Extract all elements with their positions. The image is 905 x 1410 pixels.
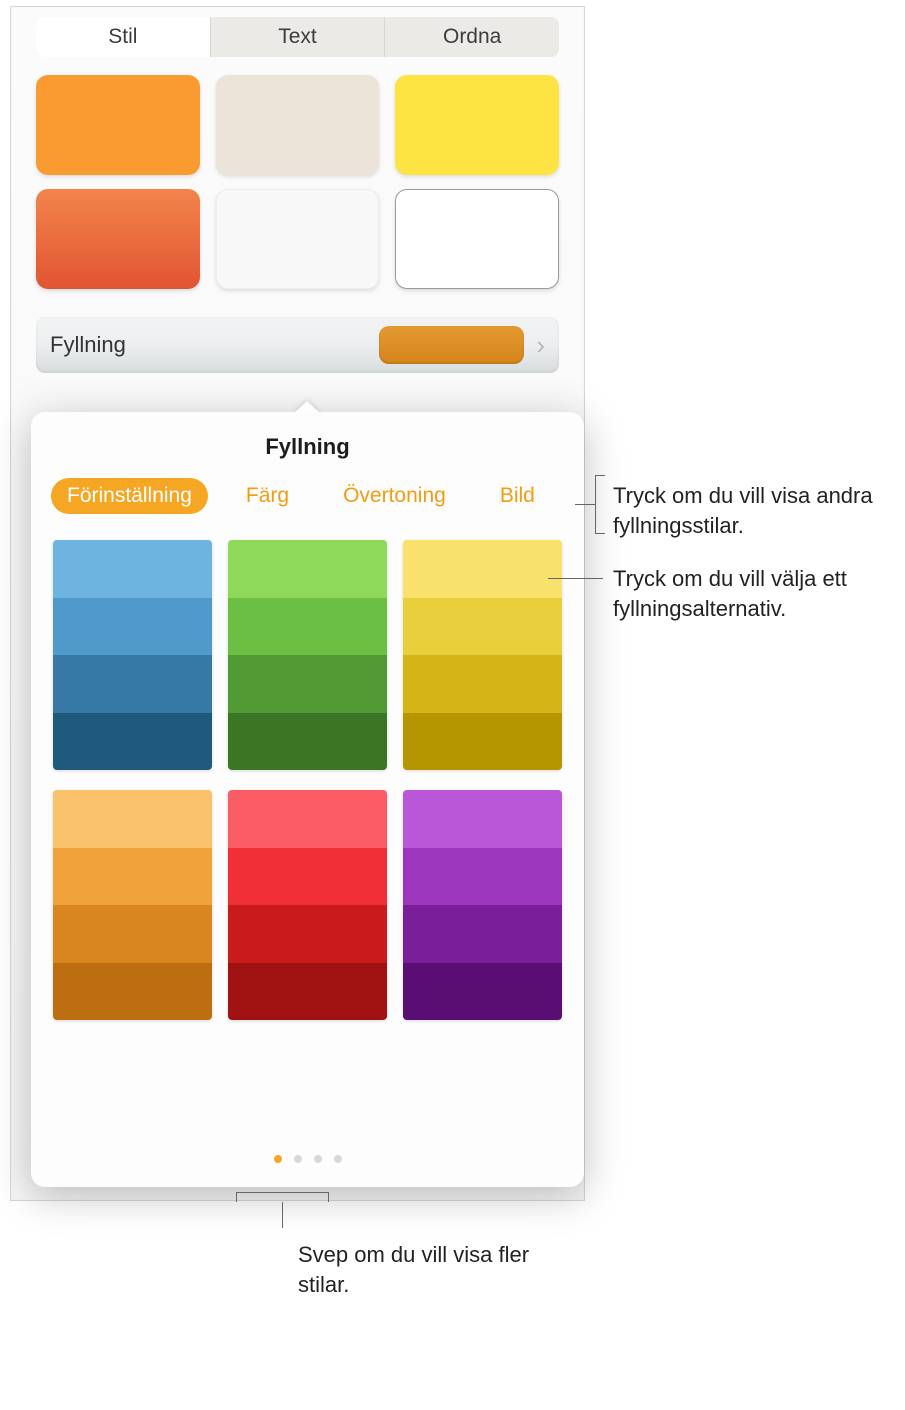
callout-fill-option: Tryck om du vill välja ett fyllningsalte… <box>613 564 873 623</box>
preset-band <box>403 790 562 848</box>
popover-arrow <box>293 401 321 414</box>
callout-fill-tabs: Tryck om du vill visa andra fyllningssti… <box>613 481 893 540</box>
callout-text: Svep om du vill visa fler stilar. <box>298 1242 529 1297</box>
style-presets <box>36 75 559 289</box>
tab-text[interactable]: Text <box>211 17 386 57</box>
preset-band <box>228 598 387 656</box>
preset-band <box>228 540 387 598</box>
chevron-right-icon: › <box>536 330 545 361</box>
fill-row[interactable]: Fyllning › <box>36 317 559 373</box>
fill-tab-gradient[interactable]: Övertoning <box>327 478 462 514</box>
fill-preset[interactable] <box>403 790 562 1020</box>
preset-band <box>228 713 387 771</box>
popover-title: Fyllning <box>31 412 584 478</box>
tab-style[interactable]: Stil <box>36 17 211 57</box>
preset-band <box>403 540 562 598</box>
preset-band <box>53 848 212 906</box>
fill-label: Fyllning <box>50 332 379 358</box>
fill-popover: Fyllning Förinställning Färg Övertoning … <box>31 412 584 1187</box>
fill-tab-image[interactable]: Bild <box>484 478 551 514</box>
preset-band <box>53 790 212 848</box>
preset-band <box>403 713 562 771</box>
current-fill-swatch[interactable] <box>379 326 524 364</box>
preset-band <box>228 790 387 848</box>
style-preset[interactable] <box>395 189 559 289</box>
preset-band <box>53 963 212 1021</box>
callout-swipe: Svep om du vill visa fler stilar. <box>298 1240 578 1299</box>
callout-text: Tryck om du vill välja ett fyllningsalte… <box>613 566 847 621</box>
callout-text: Tryck om du vill visa andra fyllningssti… <box>613 483 873 538</box>
preset-band <box>53 713 212 771</box>
preset-band <box>228 848 387 906</box>
page-dot[interactable] <box>274 1155 282 1163</box>
fill-preset[interactable] <box>228 540 387 770</box>
style-preset[interactable] <box>395 75 559 175</box>
page-dot[interactable] <box>294 1155 302 1163</box>
fill-preset[interactable] <box>53 790 212 1020</box>
preset-grid <box>53 540 562 1020</box>
preset-band <box>403 655 562 713</box>
style-preset[interactable] <box>36 189 200 289</box>
preset-band <box>228 655 387 713</box>
preset-band <box>53 598 212 656</box>
fill-preset[interactable] <box>403 540 562 770</box>
page-dot[interactable] <box>334 1155 342 1163</box>
preset-band <box>403 848 562 906</box>
preset-band <box>403 963 562 1021</box>
fill-preset[interactable] <box>228 790 387 1020</box>
page-dot[interactable] <box>314 1155 322 1163</box>
format-panel: Stil Text Ordna Fyllning › Fyllning Föri… <box>10 6 585 1201</box>
preset-band <box>228 963 387 1021</box>
fill-tab-color[interactable]: Färg <box>230 478 305 514</box>
preset-band <box>403 598 562 656</box>
style-preset[interactable] <box>216 75 380 175</box>
fill-preset[interactable] <box>53 540 212 770</box>
tab-arrange[interactable]: Ordna <box>385 17 559 57</box>
preset-band <box>53 540 212 598</box>
fill-tab-preset[interactable]: Förinställning <box>51 478 208 514</box>
preset-band <box>403 905 562 963</box>
format-tabs: Stil Text Ordna <box>36 17 559 57</box>
preset-band <box>53 655 212 713</box>
fill-type-tabs: Förinställning Färg Övertoning Bild <box>31 478 584 534</box>
style-preset[interactable] <box>216 189 380 289</box>
preset-band <box>228 905 387 963</box>
style-preset[interactable] <box>36 75 200 175</box>
preset-band <box>53 905 212 963</box>
page-indicator[interactable] <box>31 1155 584 1163</box>
